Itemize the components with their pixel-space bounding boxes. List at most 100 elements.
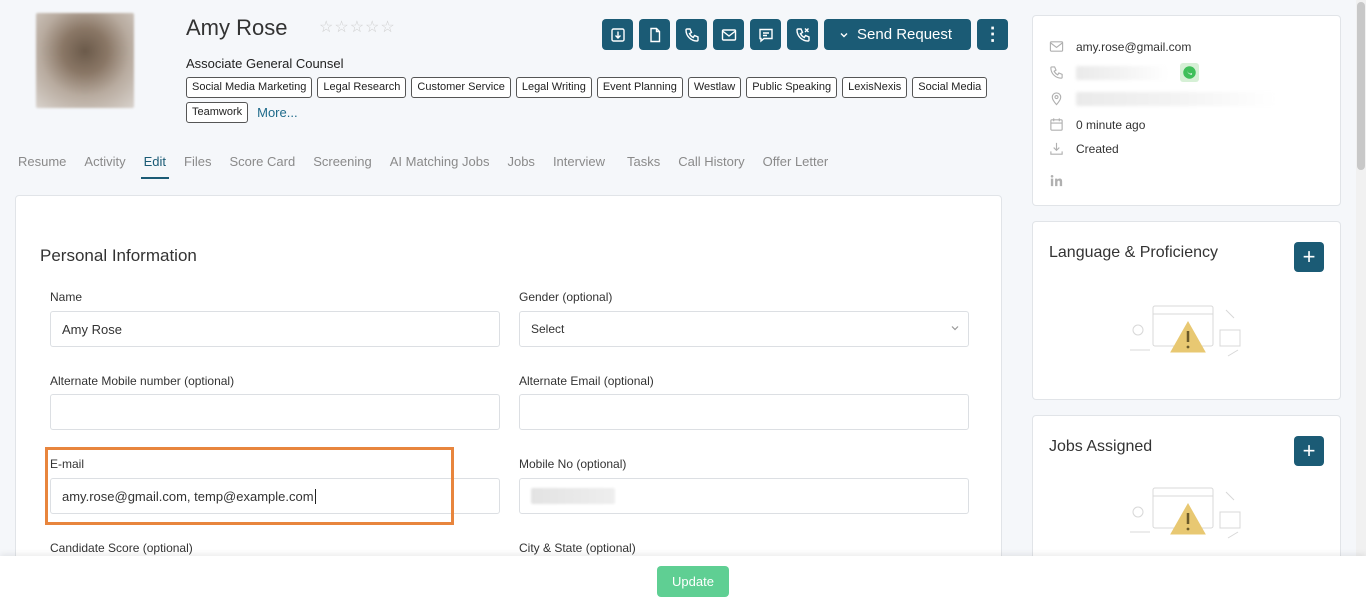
linkedin-icon[interactable] xyxy=(1049,173,1064,188)
edit-form-card: Personal Information Name Amy Rose Gende… xyxy=(15,195,1002,595)
alt-mobile-label: Alternate Mobile number (optional) xyxy=(50,374,235,388)
skill-tag: Legal Research xyxy=(317,77,407,98)
gender-select[interactable]: Select xyxy=(519,311,969,347)
skill-tag: Event Planning xyxy=(596,77,683,98)
email-button[interactable] xyxy=(713,19,744,50)
contact-time-row: 0 minute ago xyxy=(1049,117,1145,132)
tab-call-history[interactable]: Call History xyxy=(678,154,744,179)
tab-tasks[interactable]: Tasks xyxy=(627,154,660,179)
gender-label: Gender (optional) xyxy=(519,290,613,304)
tab-jobs[interactable]: Jobs xyxy=(507,154,534,179)
rating-stars[interactable]: ☆ ☆ ☆ ☆ ☆ xyxy=(319,20,395,36)
language-panel: Language & Proficiency + xyxy=(1032,221,1341,400)
call-forward-icon xyxy=(795,27,810,42)
add-language-button[interactable]: + xyxy=(1294,242,1324,272)
skill-tag: Legal Writing xyxy=(515,77,592,98)
name-value: Amy Rose xyxy=(62,321,122,337)
contact-email-row: amy.rose@gmail.com xyxy=(1049,39,1191,54)
update-button[interactable]: Update xyxy=(657,566,729,597)
focus-highlight xyxy=(45,447,454,525)
jobs-assigned-panel: Jobs Assigned + xyxy=(1032,415,1341,575)
skill-tags: Social Media Marketing Legal Research Cu… xyxy=(186,77,1006,123)
name-input[interactable]: Amy Rose xyxy=(50,311,500,347)
city-state-label: City & State (optional) xyxy=(519,541,636,555)
phone-icon xyxy=(1050,66,1063,79)
candidate-name: Amy Rose xyxy=(186,15,288,40)
document-button[interactable] xyxy=(639,19,670,50)
send-request-button[interactable]: Send Request xyxy=(824,19,972,50)
call-forward-button[interactable] xyxy=(787,19,818,50)
add-job-button[interactable]: + xyxy=(1294,436,1324,466)
star-icon[interactable]: ☆ xyxy=(380,20,394,36)
scroll-thumb[interactable] xyxy=(1357,2,1365,170)
tab-activity[interactable]: Activity xyxy=(84,154,125,179)
empty-state-warning-icon xyxy=(1130,487,1241,539)
action-toolbar: Send Request ⋮ xyxy=(602,19,1009,50)
tab-files[interactable]: Files xyxy=(184,154,211,179)
more-tags-link[interactable]: More... xyxy=(257,105,297,120)
chevron-down-icon xyxy=(840,32,848,37)
star-icon[interactable]: ☆ xyxy=(365,20,379,36)
redacted-mobile xyxy=(531,488,615,504)
contact-created: Created xyxy=(1076,141,1119,156)
alt-email-input[interactable] xyxy=(519,394,969,430)
contact-phone-row xyxy=(1049,63,1199,82)
location-pin-icon xyxy=(1051,92,1062,106)
contact-email[interactable]: amy.rose@gmail.com xyxy=(1076,40,1191,54)
skill-tag: Public Speaking xyxy=(746,77,838,98)
tab-score-card[interactable]: Score Card xyxy=(229,154,295,179)
redacted-location xyxy=(1076,91,1276,106)
message-button[interactable] xyxy=(750,19,781,50)
phone-icon xyxy=(684,27,699,42)
linkedin-row xyxy=(1049,173,1064,188)
contact-card: amy.rose@gmail.com 0 minute ago Created xyxy=(1032,15,1341,206)
gender-value: Select xyxy=(531,322,565,336)
alt-email-label: Alternate Email (optional) xyxy=(519,374,654,388)
contact-time: 0 minute ago xyxy=(1076,117,1146,132)
alt-mobile-input[interactable] xyxy=(50,394,500,430)
message-icon xyxy=(758,28,773,42)
contact-created-row: Created xyxy=(1049,141,1119,156)
mobile-input[interactable] xyxy=(519,478,969,514)
tab-screening[interactable]: Screening xyxy=(313,154,372,179)
download-icon xyxy=(1050,142,1063,155)
candidate-score-label: Candidate Score (optional) xyxy=(50,541,193,555)
skill-tag: Teamwork xyxy=(186,102,249,123)
download-button[interactable] xyxy=(602,19,633,50)
plus-icon: + xyxy=(1302,244,1316,269)
page-scrollbar[interactable] xyxy=(1356,0,1366,556)
skill-tag: LexisNexis xyxy=(842,77,908,98)
avatar xyxy=(36,13,134,108)
mail-icon xyxy=(721,28,736,41)
contact-location-row xyxy=(1049,91,1276,106)
star-icon[interactable]: ☆ xyxy=(319,20,333,36)
star-icon[interactable]: ☆ xyxy=(334,20,348,36)
language-panel-title: Language & Proficiency xyxy=(1049,244,1218,261)
call-button[interactable] xyxy=(676,19,707,50)
tab-ai-matching-jobs[interactable]: AI Matching Jobs xyxy=(390,154,490,179)
chevron-down-icon xyxy=(951,326,959,331)
send-request-label: Send Request xyxy=(857,26,953,43)
plus-icon: + xyxy=(1302,438,1316,463)
download-icon xyxy=(610,27,625,42)
tab-interview[interactable]: Interview xyxy=(553,154,605,179)
star-icon[interactable]: ☆ xyxy=(350,20,364,36)
skill-tag: Social Media xyxy=(912,77,988,98)
name-label: Name xyxy=(50,290,83,304)
whatsapp-button[interactable] xyxy=(1180,63,1199,82)
document-icon xyxy=(649,27,660,42)
mobile-label: Mobile No (optional) xyxy=(519,457,627,471)
section-title: Personal Information xyxy=(40,246,197,265)
footer-bar: Update xyxy=(0,556,1366,607)
candidate-title: Associate General Counsel xyxy=(186,56,344,71)
tab-offer-letter[interactable]: Offer Letter xyxy=(763,154,829,179)
tab-resume[interactable]: Resume xyxy=(18,154,66,179)
redacted-phone xyxy=(1076,65,1168,80)
more-options-button[interactable]: ⋮ xyxy=(977,19,1009,50)
empty-state-warning-icon xyxy=(1130,305,1241,357)
tab-edit[interactable]: Edit xyxy=(140,154,170,179)
calendar-icon xyxy=(1050,118,1063,131)
profile-tabs: Resume Activity Edit Files Score Card Sc… xyxy=(18,154,846,179)
whatsapp-icon xyxy=(1183,66,1196,79)
skill-tag: Customer Service xyxy=(411,77,511,98)
